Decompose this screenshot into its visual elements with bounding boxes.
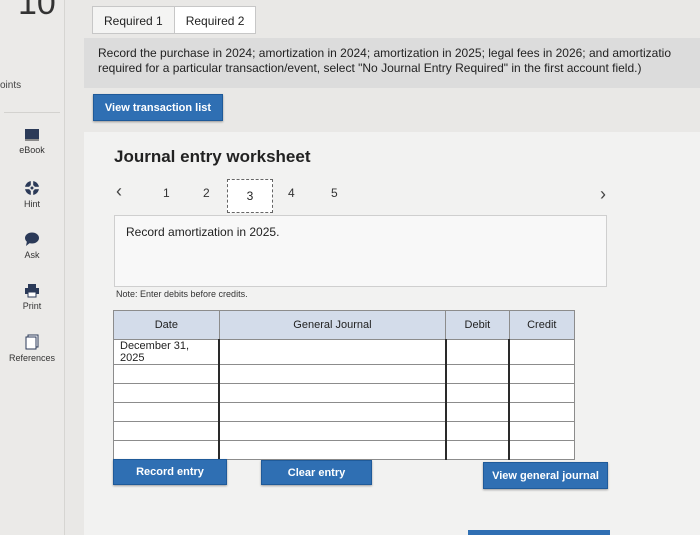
table-row (113, 440, 576, 460)
print-label: Print (22, 301, 42, 311)
chevron-left-icon[interactable]: ‹ (116, 181, 122, 202)
chevron-right-icon[interactable]: › (600, 184, 606, 205)
date-cell[interactable]: December 31, 2025 (113, 339, 220, 365)
ebook-link[interactable]: eBook (0, 128, 64, 155)
table-row (113, 364, 576, 384)
hint-link[interactable]: Hint (0, 180, 64, 209)
page-3-current[interactable]: 3 (227, 179, 273, 213)
printer-icon (25, 284, 39, 298)
lifebuoy-icon (24, 180, 40, 196)
debit-cell[interactable] (444, 402, 510, 422)
credit-cell[interactable] (508, 364, 576, 384)
table-row (113, 402, 576, 422)
account-cell[interactable] (218, 440, 447, 460)
speech-bubble-icon (25, 232, 39, 246)
tab-required-1[interactable]: Required 1 (92, 6, 175, 34)
next-button-edge[interactable] (468, 530, 610, 535)
print-link[interactable]: Print (0, 283, 64, 311)
table-row (113, 421, 576, 441)
view-general-journal-button[interactable]: View general journal (483, 462, 608, 489)
references-link[interactable]: References (0, 334, 64, 363)
credit-cell[interactable] (508, 440, 576, 460)
credit-cell[interactable] (508, 339, 576, 365)
page-1[interactable]: 1 (163, 186, 170, 200)
credit-cell[interactable] (508, 383, 576, 403)
credit-cell[interactable] (508, 402, 576, 422)
ebook-label: eBook (19, 145, 45, 155)
tab-required-2[interactable]: Required 2 (173, 6, 257, 34)
worksheet-title: Journal entry worksheet (114, 147, 311, 166)
column-header-general-journal: General Journal (218, 310, 447, 340)
left-rail: 10 oints eBook Hint Ask Print References (0, 0, 65, 535)
debit-cell[interactable] (444, 383, 510, 403)
record-entry-button[interactable]: Record entry (113, 459, 227, 485)
account-cell[interactable] (218, 402, 447, 422)
table-row: December 31, 2025 (113, 339, 576, 365)
points-label: oints (0, 80, 22, 91)
ask-label: Ask (24, 250, 40, 260)
journal-table: Date General Journal Debit Credit Decemb… (113, 310, 576, 460)
page-4[interactable]: 4 (288, 186, 295, 200)
date-cell[interactable] (113, 364, 220, 384)
view-transaction-list-button[interactable]: View transaction list (93, 94, 223, 121)
document-stack-icon (25, 334, 39, 350)
debit-cell[interactable] (444, 339, 510, 365)
entry-description-text: Record amortization in 2025. (126, 225, 280, 239)
clear-entry-button[interactable]: Clear entry (261, 460, 372, 485)
requirement-tabs: Required 1 Required 2 (92, 6, 257, 34)
page-5[interactable]: 5 (331, 186, 338, 200)
date-cell[interactable] (113, 383, 220, 403)
table-row (113, 383, 576, 403)
account-cell[interactable] (218, 383, 447, 403)
instructions-line-2: required for a particular transaction/ev… (98, 61, 642, 75)
date-cell[interactable] (113, 402, 220, 422)
date-cell[interactable] (113, 440, 220, 460)
page-2[interactable]: 2 (203, 186, 210, 200)
column-header-date: Date (113, 310, 220, 340)
account-cell[interactable] (218, 339, 447, 365)
ask-link[interactable]: Ask (0, 232, 64, 260)
references-label: References (8, 353, 56, 363)
debit-cell[interactable] (444, 421, 510, 441)
instructions-line-1: Record the purchase in 2024; amortizatio… (98, 46, 672, 60)
instructions-banner: Record the purchase in 2024; amortizatio… (84, 38, 700, 88)
account-cell[interactable] (218, 421, 447, 441)
debit-cell[interactable] (444, 364, 510, 384)
account-cell[interactable] (218, 364, 447, 384)
credit-cell[interactable] (508, 421, 576, 441)
date-cell[interactable] (113, 421, 220, 441)
debit-cell[interactable] (444, 440, 510, 460)
column-header-credit: Credit (508, 310, 576, 340)
note-text: Note: Enter debits before credits. (116, 289, 248, 299)
hint-label: Hint (23, 199, 40, 209)
entry-description: Record amortization in 2025. (114, 215, 607, 287)
book-icon (25, 129, 39, 141)
column-header-debit: Debit (445, 310, 510, 340)
divider (4, 112, 60, 113)
question-number: 10 (18, 0, 56, 22)
